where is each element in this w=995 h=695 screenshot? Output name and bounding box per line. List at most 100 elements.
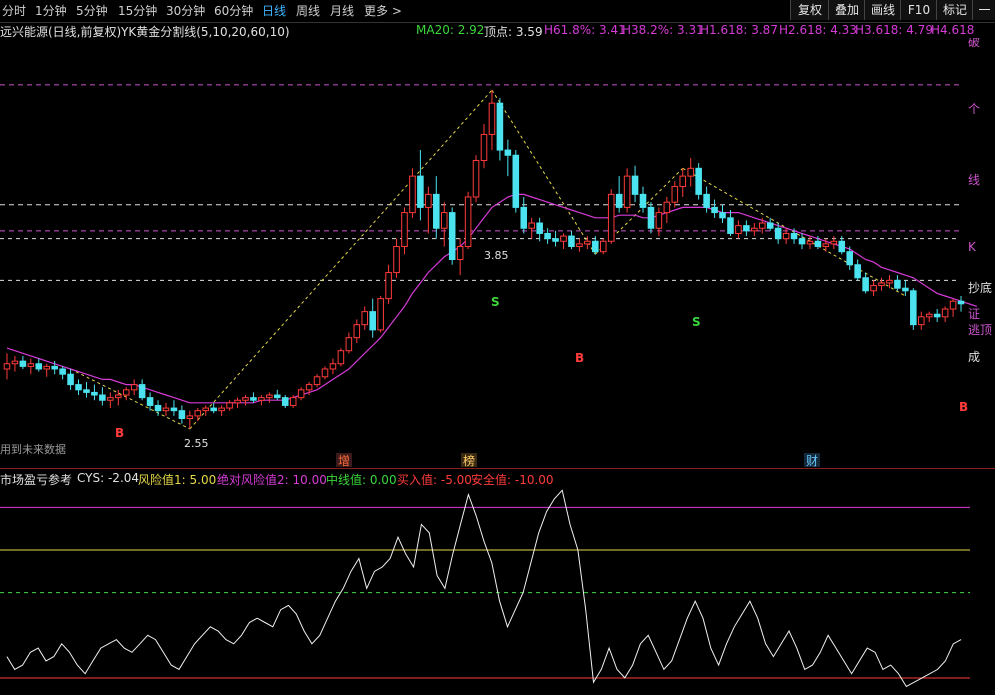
period-toolbar: 分时 1分钟 5分钟 15分钟 30分钟 60分钟 日线 周线 月线 更多 > … — [0, 0, 995, 23]
candle-down — [552, 238, 559, 242]
custom-button[interactable]: 一自 — [972, 0, 995, 20]
candle-down — [703, 193, 710, 208]
signal-buy-1: B — [115, 426, 124, 440]
candle-down — [894, 279, 901, 289]
candle-down — [59, 368, 66, 375]
candle-up — [456, 245, 464, 261]
tab-daily[interactable]: 日线 — [262, 2, 286, 19]
candle-down — [766, 222, 774, 229]
tab-monthly[interactable]: 月线 — [330, 2, 354, 19]
cys-line — [6, 489, 962, 688]
candle-up — [226, 402, 233, 409]
signal-sell-1: S — [491, 295, 500, 309]
candle-up — [623, 175, 631, 208]
h382-value: H38.2%: 3.31 — [622, 23, 704, 37]
cys-chart[interactable] — [0, 486, 995, 695]
candle-up — [663, 201, 671, 214]
candle-up — [258, 397, 265, 401]
candle-up — [377, 298, 384, 331]
tab-60min[interactable]: 60分钟 — [214, 2, 253, 19]
candle-down — [448, 212, 456, 261]
candle-down — [838, 240, 846, 253]
candle-up — [321, 368, 329, 378]
mark-button[interactable]: 标记 — [936, 0, 973, 20]
candle-up — [472, 159, 480, 198]
candle-down — [274, 394, 281, 399]
candle-down — [67, 373, 74, 386]
h1618-value: H1.618: 3.87 — [700, 23, 778, 37]
candle-up — [917, 316, 925, 326]
candle-down — [711, 206, 718, 214]
candle-up — [186, 415, 194, 419]
event-marker-zeng[interactable]: 增 — [338, 454, 350, 468]
candle-down — [719, 212, 726, 219]
candle-up — [305, 384, 313, 391]
overlay-button[interactable]: 叠加 — [828, 0, 865, 20]
candle-down — [91, 391, 98, 396]
price-chart[interactable]: 3.85 2.55 B S B S B 用到未来数据 破 个 线 K 抄底 证 … — [0, 38, 995, 468]
cys-reference-lines — [0, 506, 970, 679]
candle-down — [910, 290, 917, 326]
candle-up — [655, 212, 663, 229]
candle-up — [107, 397, 114, 401]
candle-down — [902, 287, 909, 292]
right-axis-labels: 破 个 线 K 抄底 证 逃顶 成 — [968, 38, 992, 364]
tab-1min[interactable]: 1分钟 — [35, 2, 67, 19]
candle-up — [671, 186, 679, 203]
cys-info-bar: 市场盈亏参考 CYS: -2.04 风险值1: 5.00 绝对风险值2: 10.… — [0, 470, 995, 487]
candle-down — [862, 277, 869, 292]
candle-up — [3, 363, 11, 370]
right-label-zheng: 证 — [968, 307, 980, 321]
candle-up — [11, 360, 19, 365]
f10-button[interactable]: F10 — [900, 0, 937, 20]
h2618-value: H2.618: 4.33 — [779, 23, 857, 37]
candle-up — [289, 397, 297, 406]
candle-down — [695, 167, 702, 195]
candle-up — [353, 324, 361, 339]
candle-up — [425, 193, 432, 208]
candle-down — [544, 232, 551, 240]
candle-down — [854, 264, 861, 279]
candle-up — [114, 394, 122, 399]
signal-buy-3: B — [959, 400, 968, 414]
signal-buy-2: B — [575, 351, 584, 365]
adjust-button[interactable]: 复权 — [790, 0, 829, 20]
candle-up — [337, 350, 345, 365]
candle-up — [329, 363, 337, 370]
candle-down — [210, 407, 217, 412]
candle-up — [345, 337, 353, 352]
candle-up — [941, 308, 949, 318]
candle-up — [266, 394, 273, 399]
candle-up — [830, 240, 838, 245]
tab-timeshare[interactable]: 分时 — [2, 2, 26, 19]
candle-up — [925, 313, 933, 318]
candle-down — [170, 407, 178, 412]
candle-up — [297, 389, 305, 399]
candle-up — [27, 363, 35, 367]
tab-15min[interactable]: 15分钟 — [118, 2, 157, 19]
candle-up — [409, 175, 416, 214]
right-label-ge: 个 — [968, 102, 980, 116]
candle-down — [743, 225, 750, 232]
candle-up — [385, 272, 392, 300]
future-data-note: 用到未来数据 — [0, 442, 66, 456]
candle-up — [751, 227, 758, 232]
tab-weekly[interactable]: 周线 — [296, 2, 320, 19]
candle-up — [194, 410, 202, 417]
candle-up — [878, 282, 885, 287]
candle-down — [496, 102, 504, 151]
tab-5min[interactable]: 5分钟 — [76, 2, 108, 19]
event-marker-cai[interactable]: 财 — [806, 454, 818, 468]
candle-up — [607, 193, 615, 242]
tab-more[interactable]: 更多 > — [364, 2, 402, 19]
candle-up — [480, 133, 488, 161]
draw-line-button[interactable]: 画线 — [864, 0, 901, 20]
event-marker-bang[interactable]: 榜 — [463, 453, 475, 468]
tab-30min[interactable]: 30分钟 — [166, 2, 205, 19]
candle-down — [51, 365, 58, 370]
right-label-cheng: 成 — [968, 350, 980, 364]
candle-down — [568, 235, 575, 247]
candle-up — [584, 240, 591, 245]
candle-up — [576, 243, 583, 247]
candle-down — [512, 154, 520, 208]
